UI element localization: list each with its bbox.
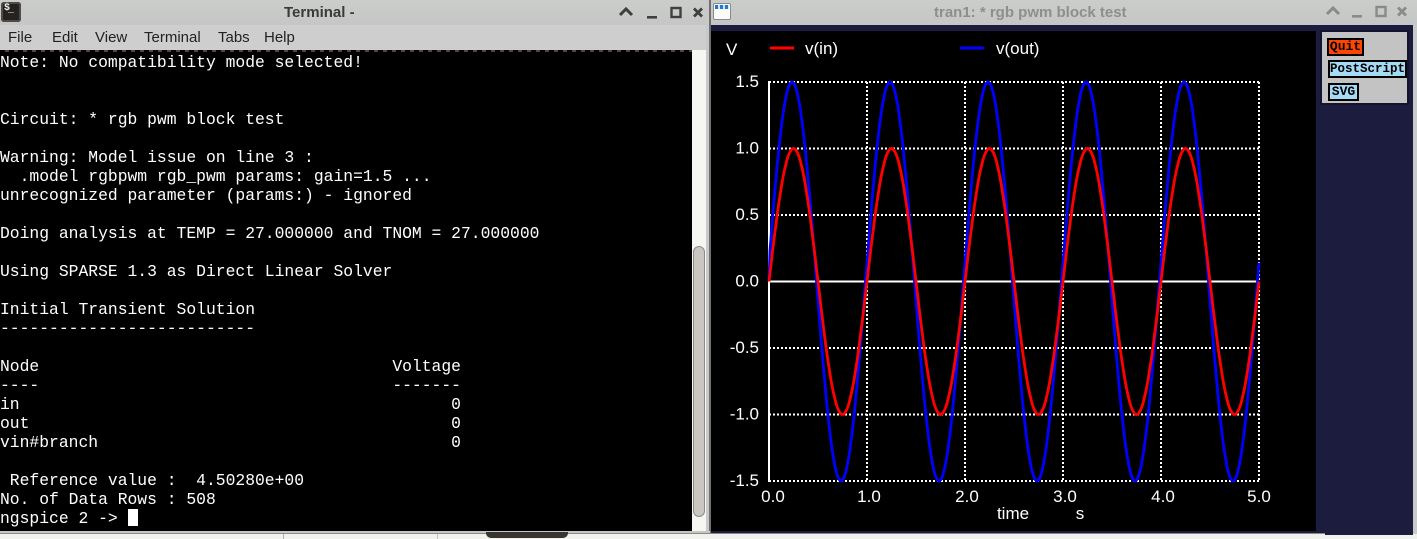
svg-text:1.0: 1.0 <box>735 139 759 158</box>
svg-text:-1.0: -1.0 <box>730 405 759 424</box>
svg-text:2.0: 2.0 <box>955 487 979 506</box>
svg-text:-1.5: -1.5 <box>730 471 759 490</box>
svg-text:5.0: 5.0 <box>1247 487 1271 506</box>
svg-text:0.0: 0.0 <box>761 487 785 506</box>
svg-text:V: V <box>726 40 738 59</box>
svg-text:time: time <box>997 504 1029 523</box>
svg-text:1.0: 1.0 <box>857 487 881 506</box>
svg-text:3.0: 3.0 <box>1053 487 1077 506</box>
svg-text:1.5: 1.5 <box>735 72 759 91</box>
svg-text:0.5: 0.5 <box>735 205 759 224</box>
svg-text:s: s <box>1076 504 1085 523</box>
svg-text:0.0: 0.0 <box>735 272 759 291</box>
svg-text:v(in): v(in) <box>805 39 838 58</box>
svg-text:v(out): v(out) <box>996 39 1039 58</box>
svg-text:4.0: 4.0 <box>1151 487 1175 506</box>
svg-text:-0.5: -0.5 <box>730 338 759 357</box>
